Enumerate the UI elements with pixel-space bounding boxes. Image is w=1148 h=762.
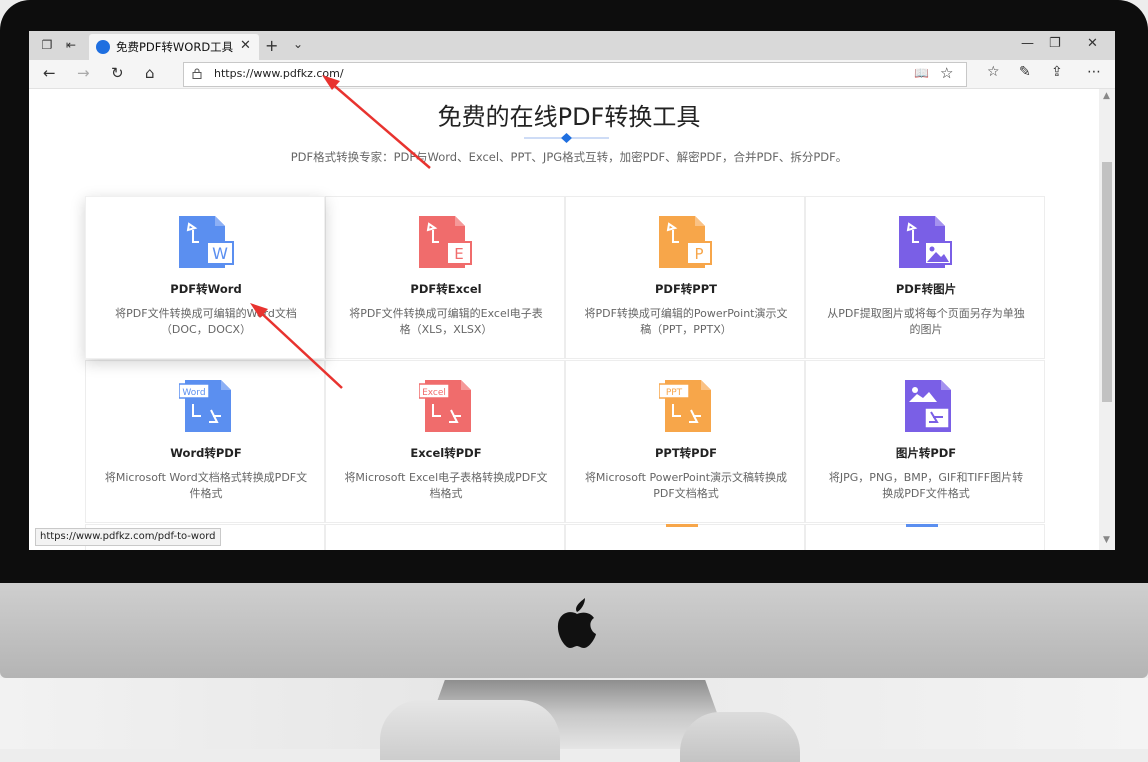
favorites-list-icon[interactable]: ☆	[987, 64, 1000, 80]
navigation-bar: ← → ↻ ⌂ https://www.pdfkz.com/ 📖 ☆ ☆ ✎ ⇪…	[29, 60, 1115, 89]
favorite-star-icon[interactable]: ☆	[940, 64, 953, 82]
apple-logo-icon	[557, 598, 596, 648]
forward-arrow-icon[interactable]: →	[77, 64, 90, 82]
restore-button[interactable]: ❐	[1049, 36, 1061, 51]
minimize-button[interactable]: —	[1021, 36, 1034, 51]
partial-icon-top	[666, 524, 698, 527]
tool-card-word-to-pdf[interactable]: Word Word转PDF 将Microsoft Word文档格式转换成PDF文…	[85, 360, 325, 523]
address-bar[interactable]: https://www.pdfkz.com/ 📖 ☆	[183, 62, 967, 87]
scroll-up-icon[interactable]: ▲	[1103, 91, 1110, 101]
link-status-tooltip: https://www.pdfkz.com/pdf-to-word	[35, 528, 221, 546]
screen: ❐ ⇤ 免费PDF转WORD工具|P ✕ + ⌄ — ❐ ✕ ← → ↻ ⌂ h…	[29, 31, 1115, 550]
share-icon[interactable]: ⇪	[1051, 64, 1063, 80]
tool-description: 将Microsoft Word文档格式转换成PDF文件格式	[104, 471, 308, 500]
set-aside-tabs-icon[interactable]: ⇤	[63, 37, 79, 53]
tool-card-ppt-to-pdf[interactable]: PPT PPT转PDF 将Microsoft PowerPoint演示文稿转换成…	[565, 360, 805, 523]
tool-description: 将JPG，PNG，BMP，GIF和TIFF图片转换成PDF文件格式	[828, 471, 1024, 500]
svg-text:W: W	[212, 244, 228, 263]
hand-right	[680, 712, 800, 762]
tool-card-image-to-pdf[interactable]: 图片转PDF 将JPG，PNG，BMP，GIF和TIFF图片转换成PDF文件格式	[805, 360, 1045, 523]
tool-card-pdf-to-word[interactable]: W PDF转Word 将PDF文件转换成可编辑的Word文档（DOC，DOCX）	[85, 196, 325, 359]
back-arrow-icon[interactable]: ←	[43, 64, 56, 82]
tool-card-pdf-to-image[interactable]: PDF转图片 从PDF提取图片或将每个页面另存为单独的图片	[805, 196, 1045, 359]
page-viewport: 免费的在线PDF转换工具 PDF格式转换专家：PDF与Word、Excel、PP…	[29, 89, 1099, 550]
tool-name: PDF转Word	[170, 282, 242, 296]
image-to-pdf-icon	[905, 380, 951, 432]
tab-list-chevron-icon[interactable]: ⌄	[293, 37, 303, 51]
tool-card-pdf-to-ppt[interactable]: P PDF转PPT 将PDF转换成可编辑的PowerPoint演示文稿（PPT，…	[565, 196, 805, 359]
tool-card-partial[interactable]	[565, 524, 805, 550]
tool-name: PDF转Excel	[410, 282, 482, 296]
icon-badge-text: Word	[182, 388, 205, 398]
browser-tab[interactable]: 免费PDF转WORD工具|P ✕	[89, 34, 259, 60]
reading-view-icon[interactable]: 📖	[914, 66, 929, 80]
tool-description: 将PDF转换成可编辑的PowerPoint演示文稿（PPT，PPTX）	[584, 307, 788, 336]
close-window-button[interactable]: ✕	[1087, 36, 1098, 51]
tool-name: PDF转PPT	[654, 282, 718, 296]
more-menu-icon[interactable]: ⋯	[1087, 64, 1101, 80]
tool-card-partial[interactable]	[805, 524, 1045, 550]
tab-title: 免费PDF转WORD工具|P	[116, 40, 234, 54]
scroll-down-icon[interactable]: ▼	[1103, 535, 1110, 545]
tool-name: PDF转图片	[895, 282, 957, 296]
monitor: ❐ ⇤ 免费PDF转WORD工具|P ✕ + ⌄ — ❐ ✕ ← → ↻ ⌂ h…	[0, 0, 1148, 762]
tool-description: 从PDF提取图片或将每个页面另存为单独的图片	[827, 307, 1025, 336]
lock-icon	[192, 68, 202, 79]
new-tab-button[interactable]: +	[265, 36, 278, 55]
tool-card-excel-to-pdf[interactable]: Excel Excel转PDF 将Microsoft Excel电子表格转换成P…	[325, 360, 565, 523]
tool-description: 将Microsoft PowerPoint演示文稿转换成PDF文档格式	[584, 471, 788, 500]
icon-badge-text: PPT	[666, 388, 683, 398]
page-subtitle: PDF格式转换专家：PDF与Word、Excel、PPT、JPG格式互转，加密P…	[290, 150, 848, 164]
pdf-to-image-icon	[899, 216, 952, 268]
tool-name: 图片转PDF	[895, 446, 957, 460]
tab-bar: ❐ ⇤ 免费PDF转WORD工具|P ✕ + ⌄ — ❐ ✕	[29, 31, 1115, 60]
tool-description: 将PDF文件转换成可编辑的Excel电子表格（XLS，XLSX）	[349, 307, 543, 336]
site-favicon-icon	[96, 40, 110, 54]
icon-badge-text: Excel	[422, 388, 446, 398]
tool-description: 将PDF文件转换成可编辑的Word文档（DOC，DOCX）	[115, 307, 297, 336]
pdf-to-excel-icon: E	[419, 216, 472, 268]
pdf-to-word-icon: W	[179, 216, 234, 268]
pen-notes-icon[interactable]: ✎	[1019, 64, 1031, 80]
refresh-icon[interactable]: ↻	[111, 64, 124, 82]
scroll-thumb[interactable]	[1102, 162, 1112, 402]
svg-text:E: E	[454, 245, 463, 263]
tool-name: PPT转PDF	[654, 446, 718, 460]
tool-name: Word转PDF	[170, 446, 242, 460]
tab-groups-icon[interactable]: ❐	[39, 37, 55, 53]
tool-card-pdf-to-excel[interactable]: E PDF转Excel 将PDF文件转换成可编辑的Excel电子表格（XLS，X…	[325, 196, 565, 359]
svg-text:P: P	[694, 245, 703, 263]
tool-grid: W PDF转Word 将PDF文件转换成可编辑的Word文档（DOC，DOCX）…	[85, 196, 1046, 550]
tab-close-icon[interactable]: ✕	[240, 38, 251, 53]
partial-icon-top	[906, 524, 938, 527]
hand-left	[380, 700, 560, 760]
tool-description: 将Microsoft Excel电子表格转换成PDF文档格式	[344, 471, 548, 500]
address-url[interactable]: https://www.pdfkz.com/	[214, 67, 344, 80]
excel-to-pdf-icon: Excel	[419, 380, 471, 432]
tool-name: Excel转PDF	[410, 446, 482, 460]
pdf-to-ppt-icon: P	[659, 216, 712, 268]
title-divider-diamond-icon	[524, 133, 609, 143]
vertical-scrollbar[interactable]: ▲ ▼	[1099, 89, 1115, 550]
ppt-to-pdf-icon: PPT	[659, 380, 711, 432]
tool-card-partial[interactable]	[325, 524, 565, 550]
home-icon[interactable]: ⌂	[145, 64, 155, 82]
word-to-pdf-icon: Word	[179, 380, 231, 432]
page-title: 免费的在线PDF转换工具	[437, 103, 701, 131]
